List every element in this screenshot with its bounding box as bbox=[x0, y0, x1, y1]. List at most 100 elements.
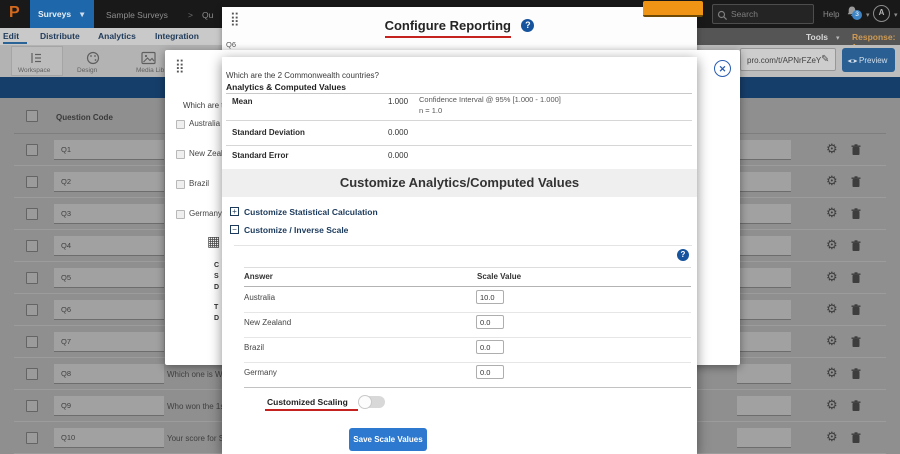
answer-checkbox[interactable] bbox=[176, 180, 185, 189]
question-code-input[interactable] bbox=[54, 268, 164, 288]
design-palette-icon[interactable] bbox=[85, 51, 101, 65]
section-customize-inverse-scale[interactable]: Customize / Inverse Scale bbox=[244, 225, 348, 235]
trash-icon[interactable] bbox=[851, 144, 861, 156]
edit-pencil-icon[interactable]: ✎ bbox=[821, 54, 829, 65]
row-checkbox[interactable] bbox=[26, 272, 38, 284]
tab-distribute[interactable]: Distribute bbox=[40, 31, 80, 41]
row-field[interactable] bbox=[737, 396, 791, 416]
row-field[interactable] bbox=[737, 428, 791, 448]
answer-checkbox[interactable] bbox=[176, 210, 185, 219]
chevron-down-icon[interactable]: ▾ bbox=[866, 11, 870, 19]
row-checkbox[interactable] bbox=[26, 176, 38, 188]
preview-label: Preview bbox=[859, 56, 887, 65]
survey-url-chip[interactable]: pro.com/t/APNrFZeY ✎ bbox=[740, 48, 836, 71]
customized-scaling-toggle[interactable] bbox=[359, 396, 385, 408]
divider bbox=[234, 245, 692, 246]
upgrade-button[interactable] bbox=[643, 1, 703, 17]
stat-label: T bbox=[214, 304, 218, 311]
stat-label: D bbox=[214, 315, 219, 322]
row-field[interactable] bbox=[737, 364, 791, 384]
gear-icon[interactable]: ⚙ bbox=[826, 270, 838, 284]
row-field[interactable] bbox=[737, 140, 791, 160]
row-checkbox[interactable] bbox=[26, 400, 38, 412]
trash-icon[interactable] bbox=[851, 368, 861, 380]
avatar[interactable]: A bbox=[873, 5, 890, 22]
trash-icon[interactable] bbox=[851, 336, 861, 348]
trash-icon[interactable] bbox=[851, 304, 861, 316]
row-checkbox[interactable] bbox=[26, 304, 38, 316]
surveys-menu[interactable]: Surveys ▾ bbox=[30, 0, 94, 28]
help-icon[interactable]: ? bbox=[677, 249, 689, 261]
gear-icon[interactable]: ⚙ bbox=[826, 142, 838, 156]
question-code-input[interactable] bbox=[54, 332, 164, 352]
question-code-input[interactable] bbox=[54, 140, 164, 160]
question-code-input[interactable] bbox=[54, 172, 164, 192]
gear-icon[interactable]: ⚙ bbox=[826, 206, 838, 220]
trash-icon[interactable] bbox=[851, 432, 861, 444]
row-checkbox[interactable] bbox=[26, 144, 38, 156]
stat-label: S bbox=[214, 273, 219, 280]
question-code-input[interactable] bbox=[54, 428, 164, 448]
trash-icon[interactable] bbox=[851, 176, 861, 188]
row-checkbox[interactable] bbox=[26, 336, 38, 348]
scale-value-input[interactable] bbox=[476, 315, 504, 329]
stat-label: C bbox=[214, 262, 219, 269]
row-field[interactable] bbox=[737, 172, 791, 192]
preview-button[interactable]: Preview bbox=[842, 48, 895, 72]
tab-analytics[interactable]: Analytics bbox=[98, 31, 136, 41]
row-checkbox[interactable] bbox=[26, 240, 38, 252]
row-checkbox[interactable] bbox=[26, 432, 38, 444]
row-checkbox[interactable] bbox=[26, 208, 38, 220]
scale-value-input[interactable] bbox=[476, 340, 504, 354]
gear-icon[interactable]: ⚙ bbox=[826, 334, 838, 348]
gear-icon[interactable]: ⚙ bbox=[826, 430, 838, 444]
answer-option[interactable]: Australia bbox=[189, 119, 220, 128]
chevron-down-icon[interactable]: ▾ bbox=[894, 11, 898, 19]
row-field[interactable] bbox=[737, 268, 791, 288]
help-link[interactable]: Help bbox=[823, 10, 839, 19]
section-customize-statistical[interactable]: Customize Statistical Calculation bbox=[244, 207, 378, 217]
trash-icon[interactable] bbox=[851, 400, 861, 412]
row-checkbox[interactable] bbox=[26, 368, 38, 380]
global-search[interactable] bbox=[712, 4, 814, 24]
tab-edit[interactable]: Edit bbox=[3, 31, 19, 41]
gear-icon[interactable]: ⚙ bbox=[826, 174, 838, 188]
trash-icon[interactable] bbox=[851, 240, 861, 252]
answer-checkbox[interactable] bbox=[176, 120, 185, 129]
drag-handle-icon[interactable]: ⣿ bbox=[175, 59, 185, 72]
expand-plus-icon[interactable]: + bbox=[230, 207, 239, 216]
tab-integration[interactable]: Integration bbox=[155, 31, 199, 41]
divider bbox=[226, 93, 692, 94]
breadcrumb-sample-surveys[interactable]: Sample Surveys bbox=[106, 10, 168, 20]
scale-value-input[interactable] bbox=[476, 290, 504, 304]
answer-checkbox[interactable] bbox=[176, 150, 185, 159]
answer-option[interactable]: Germany bbox=[189, 209, 222, 218]
question-code-input[interactable] bbox=[54, 364, 164, 384]
chart-grid-icon[interactable]: ▦ bbox=[207, 233, 220, 250]
question-code-input[interactable] bbox=[54, 204, 164, 224]
row-field[interactable] bbox=[737, 204, 791, 224]
close-icon[interactable]: ✕ bbox=[714, 60, 731, 77]
media-library-icon[interactable] bbox=[141, 51, 157, 65]
gear-icon[interactable]: ⚙ bbox=[826, 366, 838, 380]
gear-icon[interactable]: ⚙ bbox=[826, 238, 838, 252]
trash-icon[interactable] bbox=[851, 208, 861, 220]
scale-value-input[interactable] bbox=[476, 365, 504, 379]
answer-option[interactable]: Brazil bbox=[189, 179, 209, 188]
row-field[interactable] bbox=[737, 236, 791, 256]
question-code-input[interactable] bbox=[54, 236, 164, 256]
select-all-checkbox[interactable] bbox=[26, 110, 38, 122]
question-code-input[interactable] bbox=[54, 396, 164, 416]
trash-icon[interactable] bbox=[851, 272, 861, 284]
tools-menu[interactable]: Tools bbox=[806, 32, 828, 42]
gear-icon[interactable]: ⚙ bbox=[826, 398, 838, 412]
row-field[interactable] bbox=[737, 300, 791, 320]
gear-icon[interactable]: ⚙ bbox=[826, 302, 838, 316]
stat-note: Confidence Interval @ 95% [1.000 - 1.000… bbox=[419, 95, 561, 104]
save-scale-values-button[interactable]: Save Scale Values bbox=[349, 428, 427, 451]
collapse-minus-icon[interactable]: − bbox=[230, 225, 239, 234]
help-icon[interactable]: ? bbox=[521, 19, 534, 32]
row-field[interactable] bbox=[737, 332, 791, 352]
question-code-input[interactable] bbox=[54, 300, 164, 320]
search-input[interactable] bbox=[731, 7, 809, 21]
